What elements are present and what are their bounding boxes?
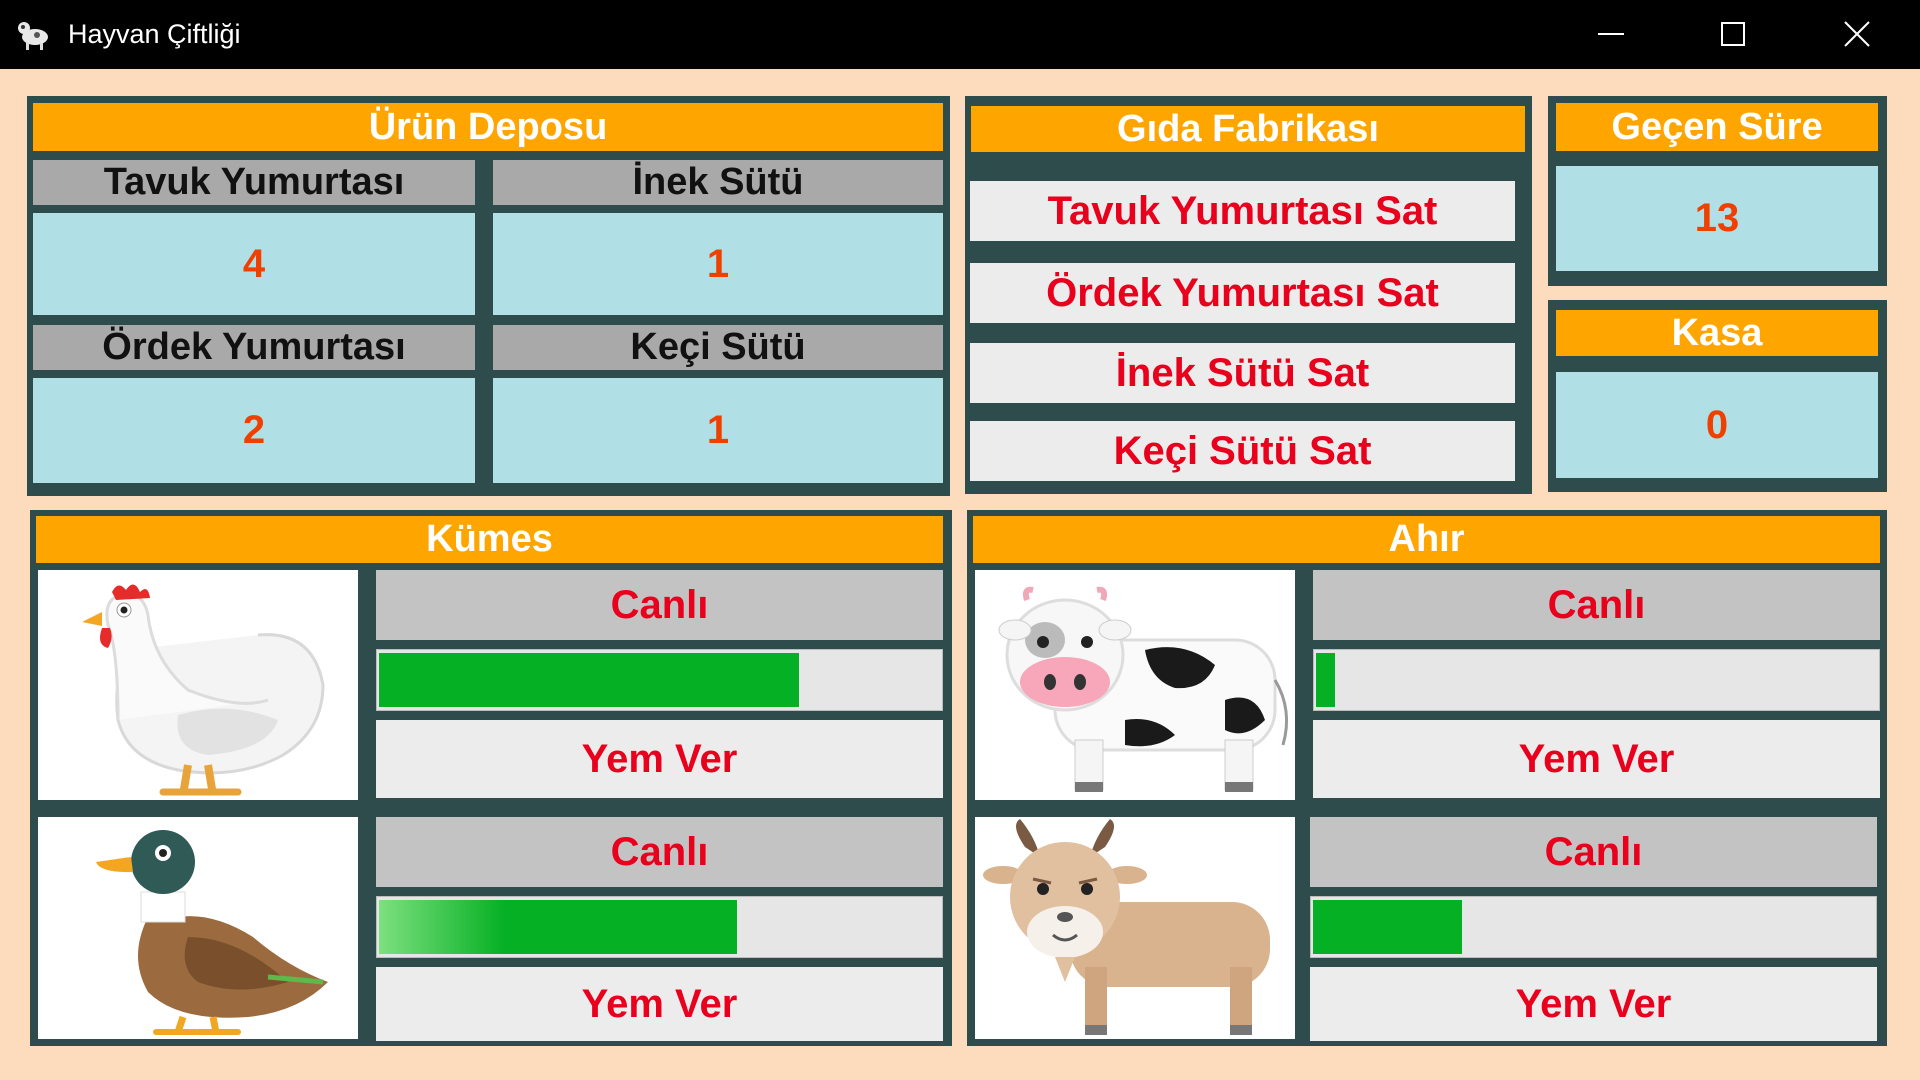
sell-duck-egg-button[interactable]: Ördek Yumurtası Sat xyxy=(970,263,1515,323)
chicken-egg-label: Tavuk Yumurtası xyxy=(33,160,475,205)
duck-health-bar xyxy=(376,896,943,958)
goat-health-fill xyxy=(1313,900,1462,954)
goat-milk-count: 1 xyxy=(493,378,943,483)
factory-title: Gıda Fabrikası xyxy=(971,106,1525,152)
cash-value: 0 xyxy=(1556,372,1878,478)
duck-status: Canlı xyxy=(376,817,943,887)
duck-feed-button[interactable]: Yem Ver xyxy=(376,967,943,1041)
title-bar: Hayvan Çiftliği xyxy=(0,0,1920,69)
barn-panel: Ahır Canlı Yem Ver Canlı Yem Ver xyxy=(967,510,1887,1046)
animal-farm-icon xyxy=(18,22,48,50)
barn-title: Ahır xyxy=(973,516,1880,563)
cash-panel: Kasa 0 xyxy=(1548,300,1887,492)
goat-status: Canlı xyxy=(1310,817,1877,887)
chicken-image xyxy=(38,570,358,800)
chicken-status: Canlı xyxy=(376,570,943,640)
duck-egg-label: Ördek Yumurtası xyxy=(33,325,475,370)
elapsed-time-title: Geçen Süre xyxy=(1556,103,1878,151)
chicken-icon xyxy=(82,584,325,796)
duck-health-fill xyxy=(379,900,737,954)
goat-milk-label: Keçi Sütü xyxy=(493,325,943,370)
close-button[interactable] xyxy=(1796,0,1918,69)
cow-milk-count: 1 xyxy=(493,213,943,315)
cash-title: Kasa xyxy=(1556,310,1878,356)
elapsed-time-panel: Geçen Süre 13 xyxy=(1548,96,1887,286)
coop-title: Kümes xyxy=(36,516,943,563)
food-factory-panel: Gıda Fabrikası Tavuk Yumurtası Sat Ördek… xyxy=(965,96,1532,494)
cow-icon xyxy=(998,586,1289,792)
close-icon xyxy=(1844,21,1870,47)
duck-image xyxy=(38,817,358,1039)
product-depot-panel: Ürün Deposu Tavuk Yumurtası İnek Sütü 4 … xyxy=(27,96,950,496)
cow-health-bar xyxy=(1313,649,1880,711)
cow-health-fill xyxy=(1316,653,1335,707)
duck-icon xyxy=(96,830,328,1035)
sell-chicken-egg-button[interactable]: Tavuk Yumurtası Sat xyxy=(970,181,1515,241)
cow-status: Canlı xyxy=(1313,570,1880,640)
cow-milk-label: İnek Sütü xyxy=(493,160,943,205)
cow-feed-button[interactable]: Yem Ver xyxy=(1313,720,1880,798)
minimize-button[interactable] xyxy=(1550,0,1672,69)
chicken-feed-button[interactable]: Yem Ver xyxy=(376,720,943,798)
chicken-egg-count: 4 xyxy=(33,213,475,315)
goat-health-bar xyxy=(1310,896,1877,958)
goat-feed-button[interactable]: Yem Ver xyxy=(1310,967,1877,1041)
goat-image xyxy=(975,817,1295,1039)
maximize-button[interactable] xyxy=(1672,0,1794,69)
chicken-health-fill xyxy=(379,653,799,707)
sell-goat-milk-button[interactable]: Keçi Sütü Sat xyxy=(970,421,1515,481)
coop-panel: Kümes Canlı Yem Ver Canlı Yem Ver xyxy=(30,510,952,1046)
window-title: Hayvan Çiftliği xyxy=(68,19,241,49)
duck-egg-count: 2 xyxy=(33,378,475,483)
goat-icon xyxy=(983,819,1270,1035)
maximize-icon xyxy=(1721,22,1745,46)
chicken-health-bar xyxy=(376,649,943,711)
depot-title: Ürün Deposu xyxy=(33,103,943,151)
sell-cow-milk-button[interactable]: İnek Sütü Sat xyxy=(970,343,1515,403)
cow-image xyxy=(975,570,1295,800)
minimize-icon xyxy=(1598,33,1624,35)
elapsed-time-value: 13 xyxy=(1556,166,1878,271)
